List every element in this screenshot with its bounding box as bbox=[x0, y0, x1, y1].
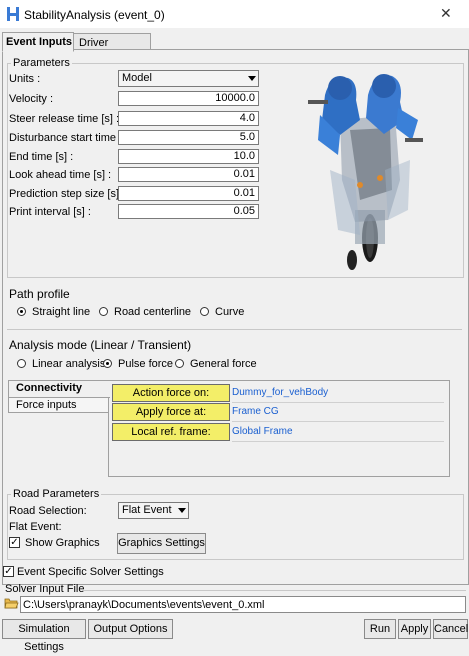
motorcycle-preview-image bbox=[308, 74, 423, 270]
solver-input-separator bbox=[82, 590, 466, 591]
side-tab-connectivity[interactable]: Connectivity bbox=[8, 380, 110, 398]
linear-analysis-radio[interactable] bbox=[17, 359, 26, 368]
pulse-force-radio[interactable] bbox=[103, 359, 112, 368]
title-bar: StabilityAnalysis (event_0) ✕ bbox=[0, 0, 469, 28]
look-ahead-time-input[interactable]: 0.01 bbox=[118, 167, 259, 182]
prediction-step-size-input[interactable]: 0.01 bbox=[118, 186, 259, 201]
road-selection-value: Flat Event bbox=[122, 504, 172, 516]
apply-force-at-label: Apply force at: bbox=[112, 403, 230, 421]
print-interval-input[interactable]: 0.05 bbox=[118, 204, 259, 219]
steer-release-time-label: Steer release time [s] : bbox=[9, 113, 120, 125]
action-force-on-label: Action force on: bbox=[112, 384, 230, 402]
tab-event-inputs-label: Event Inputs bbox=[6, 36, 73, 48]
chevron-down-icon bbox=[178, 508, 186, 513]
show-graphics-label: Show Graphics bbox=[25, 537, 100, 549]
straight-line-radio[interactable] bbox=[17, 307, 26, 316]
chevron-down-icon bbox=[248, 76, 256, 81]
tab-driver[interactable]: Driver bbox=[73, 33, 151, 50]
output-options-button[interactable]: Output Options bbox=[88, 619, 173, 639]
velocity-input[interactable]: 10000.0 bbox=[118, 91, 259, 106]
disturbance-start-time-input[interactable]: 5.0 bbox=[118, 130, 259, 145]
general-force-label: General force bbox=[190, 358, 257, 370]
road-centerline-label: Road centerline bbox=[114, 306, 192, 318]
window-title: StabilityAnalysis (event_0) bbox=[24, 8, 165, 22]
tab-event-inputs[interactable]: Event Inputs bbox=[2, 32, 74, 52]
general-force-radio[interactable] bbox=[175, 359, 184, 368]
units-label: Units : bbox=[9, 73, 41, 85]
side-tab-force-inputs[interactable]: Force inputs bbox=[8, 397, 109, 413]
tab-driver-label: Driver bbox=[79, 37, 109, 49]
simulation-settings-button[interactable]: Simulation Settings bbox=[2, 619, 86, 653]
pulse-force-label: Pulse force bbox=[118, 358, 174, 370]
end-time-label: End time [s] : bbox=[9, 151, 74, 163]
side-tab-connectivity-label: Connectivity bbox=[16, 382, 83, 394]
solver-input-path-field[interactable]: C:\Users\pranayk\Documents\events\event_… bbox=[20, 596, 466, 613]
cancel-button[interactable]: Cancel bbox=[433, 619, 468, 639]
end-time-input[interactable]: 10.0 bbox=[118, 149, 259, 164]
straight-line-label: Straight line bbox=[32, 306, 91, 318]
curve-radio[interactable] bbox=[200, 307, 209, 316]
event-specific-label: Event Specific Solver Settings bbox=[17, 566, 164, 578]
look-ahead-time-label: Look ahead time [s] : bbox=[9, 169, 112, 181]
separator bbox=[7, 329, 462, 330]
road-parameters-legend: Road Parameters bbox=[11, 488, 102, 500]
road-selection-label: Road Selection: bbox=[9, 505, 87, 517]
local-ref-frame-value[interactable]: Global Frame bbox=[232, 426, 444, 442]
app-icon bbox=[7, 7, 19, 21]
road-centerline-radio[interactable] bbox=[99, 307, 108, 316]
solver-input-label: Solver Input File bbox=[5, 583, 85, 595]
close-icon[interactable]: ✕ bbox=[440, 5, 452, 22]
solver-input-path: C:\Users\pranayk\Documents\events\event_… bbox=[23, 599, 265, 611]
apply-force-at-value[interactable]: Frame CG bbox=[232, 406, 444, 422]
flat-event-label: Flat Event: bbox=[9, 521, 62, 533]
side-tab-force-inputs-label: Force inputs bbox=[16, 399, 77, 411]
prediction-step-size-label: Prediction step size [s] : bbox=[9, 188, 126, 200]
velocity-label: Velocity : bbox=[9, 93, 54, 105]
units-select[interactable]: Model bbox=[118, 70, 259, 87]
local-ref-frame-label: Local ref. frame: bbox=[112, 423, 230, 441]
linear-analysis-label: Linear analysis bbox=[32, 358, 106, 370]
curve-label: Curve bbox=[215, 306, 245, 318]
apply-button[interactable]: Apply bbox=[398, 619, 431, 639]
event-specific-checkbox[interactable]: ✓ bbox=[3, 566, 14, 577]
run-button[interactable]: Run bbox=[364, 619, 396, 639]
units-select-value: Model bbox=[122, 72, 152, 84]
action-force-on-value[interactable]: Dummy_for_vehBody bbox=[232, 387, 444, 403]
show-graphics-checkbox[interactable]: ✓ bbox=[9, 537, 20, 548]
graphics-settings-button[interactable]: Graphics Settings bbox=[117, 533, 206, 554]
path-profile-title: Path profile bbox=[9, 287, 70, 301]
road-selection-select[interactable]: Flat Event bbox=[118, 502, 189, 519]
road-parameters-group bbox=[7, 494, 464, 560]
print-interval-label: Print interval [s] : bbox=[9, 206, 91, 218]
folder-open-icon[interactable] bbox=[4, 597, 19, 610]
analysis-mode-title: Analysis mode (Linear / Transient) bbox=[9, 338, 192, 352]
steer-release-time-input[interactable]: 4.0 bbox=[118, 111, 259, 126]
parameters-legend: Parameters bbox=[11, 57, 72, 69]
